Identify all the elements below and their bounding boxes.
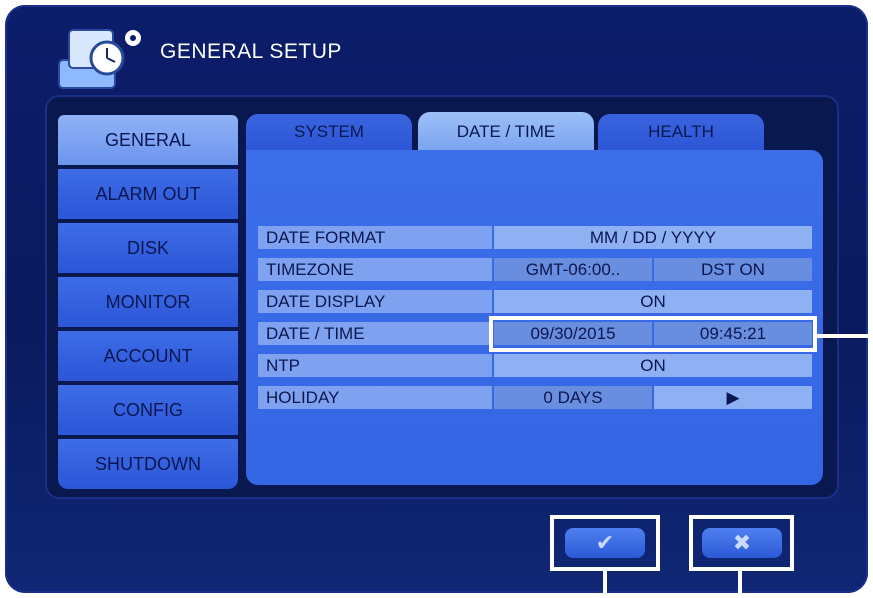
ok-callout-line [603,571,607,598]
tab-health[interactable]: HEALTH [598,114,764,150]
sidebar-item-general[interactable]: GENERAL [58,115,238,165]
dst-toggle[interactable]: DST ON [654,258,812,281]
sidebar-item-config[interactable]: CONFIG [58,385,238,435]
sidebar-item-shutdown[interactable]: SHUTDOWN [58,439,238,489]
holiday-label: HOLIDAY [258,386,492,409]
window-title: GENERAL SETUP [160,40,342,63]
date-display-toggle[interactable]: ON [494,290,812,313]
date-time-highlight [489,316,817,352]
date-display-row: DATE DISPLAY ON [258,290,812,313]
date-time-callout-line [817,334,873,338]
timezone-label: TIMEZONE [258,258,492,281]
holiday-row: HOLIDAY 0 DAYS ▶ [258,386,812,409]
timezone-select[interactable]: GMT-06:00.. [494,258,652,281]
checkmark-icon: ✔ [595,530,615,555]
date-format-select[interactable]: MM / DD / YYYY [494,226,812,249]
close-icon: ✖ [732,530,752,555]
date-format-row: DATE FORMAT MM / DD / YYYY [258,226,812,249]
date-display-label: DATE DISPLAY [258,290,492,313]
sidebar-item-disk[interactable]: DISK [58,223,238,273]
clock-calendar-icon [58,29,141,89]
tab-date-time[interactable]: DATE / TIME [418,112,594,152]
date-format-label: DATE FORMAT [258,226,492,249]
ntp-toggle[interactable]: ON [494,354,812,377]
holiday-days: 0 DAYS [494,386,652,409]
sidebar-item-alarm-out[interactable]: ALARM OUT [58,169,238,219]
sidebar-item-account[interactable]: ACCOUNT [58,331,238,381]
cancel-callout-line [738,571,742,598]
ntp-label: NTP [258,354,492,377]
sidebar: GENERAL ALARM OUT DISK MONITOR ACCOUNT C… [58,115,238,493]
holiday-arrow-button[interactable]: ▶ [654,386,812,409]
timezone-row: TIMEZONE GMT-06:00.. DST ON [258,258,812,281]
sidebar-item-monitor[interactable]: MONITOR [58,277,238,327]
date-time-label: DATE / TIME [258,322,492,345]
ntp-row: NTP ON [258,354,812,377]
cancel-button[interactable]: ✖ [702,528,782,558]
tab-system[interactable]: SYSTEM [246,114,412,150]
ok-button[interactable]: ✔ [565,528,645,558]
